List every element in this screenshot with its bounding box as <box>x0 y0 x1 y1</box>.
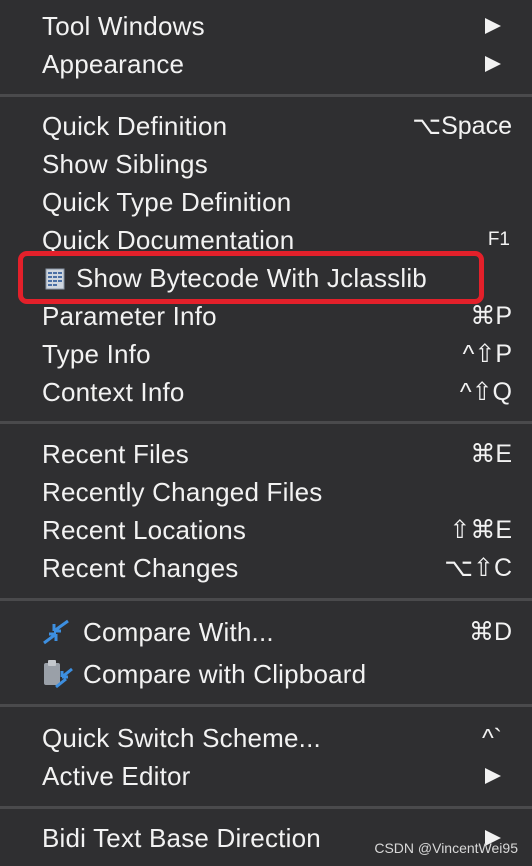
menu-separator <box>0 94 532 97</box>
menu-item-compare-clipboard[interactable]: Compare with Clipboard <box>0 655 532 693</box>
menu-item-shortcut: ⌘P <box>470 302 512 330</box>
watermark-text: CSDN @VincentWei95 <box>374 840 518 856</box>
menu-item-label: Recent Changes <box>42 553 239 583</box>
menu-item-shortcut: ^⇧Q <box>459 378 512 406</box>
menu-item-parameter-info[interactable]: Parameter Info ⌘P <box>0 297 532 335</box>
menu-item-label: Type Info <box>42 339 151 369</box>
submenu-arrow-icon <box>485 18 501 34</box>
menu-item-label: Recent Files <box>42 439 189 469</box>
menu-separator <box>0 704 532 707</box>
menu-item-compare-with[interactable]: Compare With... ⌘D <box>0 613 532 651</box>
menu-item-label: Parameter Info <box>42 301 217 331</box>
menu-item-label: Recent Locations <box>42 515 247 545</box>
menu-item-recently-changed-files[interactable]: Recently Changed Files <box>0 473 532 511</box>
menu-item-shortcut: ^` <box>481 724 502 752</box>
menu-item-shortcut: ⌥Space <box>412 112 512 140</box>
menu-item-shortcut: ⌥⇧C <box>444 554 512 582</box>
menu-item-tool-windows[interactable]: Tool Windows <box>0 7 532 45</box>
menu-item-label: Bidi Text Base Direction <box>42 823 321 853</box>
menu-item-label: Quick Documentation <box>42 225 295 251</box>
menu-item-appearance[interactable]: Appearance <box>0 45 532 83</box>
clipboard-compare-icon <box>42 659 74 694</box>
menu-item-type-info[interactable]: Type Info ^⇧P <box>0 335 532 373</box>
menu-item-shortcut: F1 <box>487 229 510 250</box>
submenu-arrow-icon <box>485 768 501 784</box>
context-menu: Tool Windows Appearance Quick Definition… <box>0 0 532 866</box>
menu-item-shortcut: ⌘D <box>468 618 512 646</box>
menu-item-label: Recently Changed Files <box>42 477 323 507</box>
menu-item-shortcut: ⌘E <box>470 440 512 468</box>
menu-item-recent-locations[interactable]: Recent Locations ⇧⌘E <box>0 511 532 549</box>
menu-item-quick-definition[interactable]: Quick Definition ⌥Space <box>0 107 532 145</box>
menu-item-quick-type-definition[interactable]: Quick Type Definition <box>0 183 532 221</box>
menu-item-quick-switch-scheme[interactable]: Quick Switch Scheme... ^` <box>0 719 532 757</box>
submenu-arrow-icon <box>485 56 501 72</box>
menu-item-context-info[interactable]: Context Info ^⇧Q <box>0 373 532 411</box>
menu-item-label: Context Info <box>42 377 185 407</box>
menu-item-shortcut: ⇧⌘E <box>449 516 512 544</box>
menu-item-label: Compare With... <box>83 617 274 647</box>
compare-arrows-icon <box>42 619 72 650</box>
menu-item-recent-changes[interactable]: Recent Changes ⌥⇧C <box>0 549 532 587</box>
menu-item-active-editor[interactable]: Active Editor <box>0 757 532 795</box>
menu-item-shortcut: ^⇧P <box>462 340 512 368</box>
menu-separator <box>0 806 532 809</box>
menu-separator <box>0 598 532 601</box>
menu-item-label: Tool Windows <box>42 11 205 41</box>
menu-item-label: Active Editor <box>42 761 191 791</box>
menu-item-label: Show Siblings <box>42 149 208 179</box>
menu-item-label: Appearance <box>42 49 185 79</box>
menu-item-label: Quick Definition <box>42 111 228 141</box>
menu-item-recent-files[interactable]: Recent Files ⌘E <box>0 435 532 473</box>
menu-item-label: Quick Switch Scheme... <box>42 723 321 753</box>
menu-separator <box>0 421 532 424</box>
menu-item-label: Compare with Clipboard <box>83 659 367 689</box>
menu-item-label: Quick Type Definition <box>42 187 292 217</box>
menu-item-show-siblings[interactable]: Show Siblings <box>0 145 532 183</box>
